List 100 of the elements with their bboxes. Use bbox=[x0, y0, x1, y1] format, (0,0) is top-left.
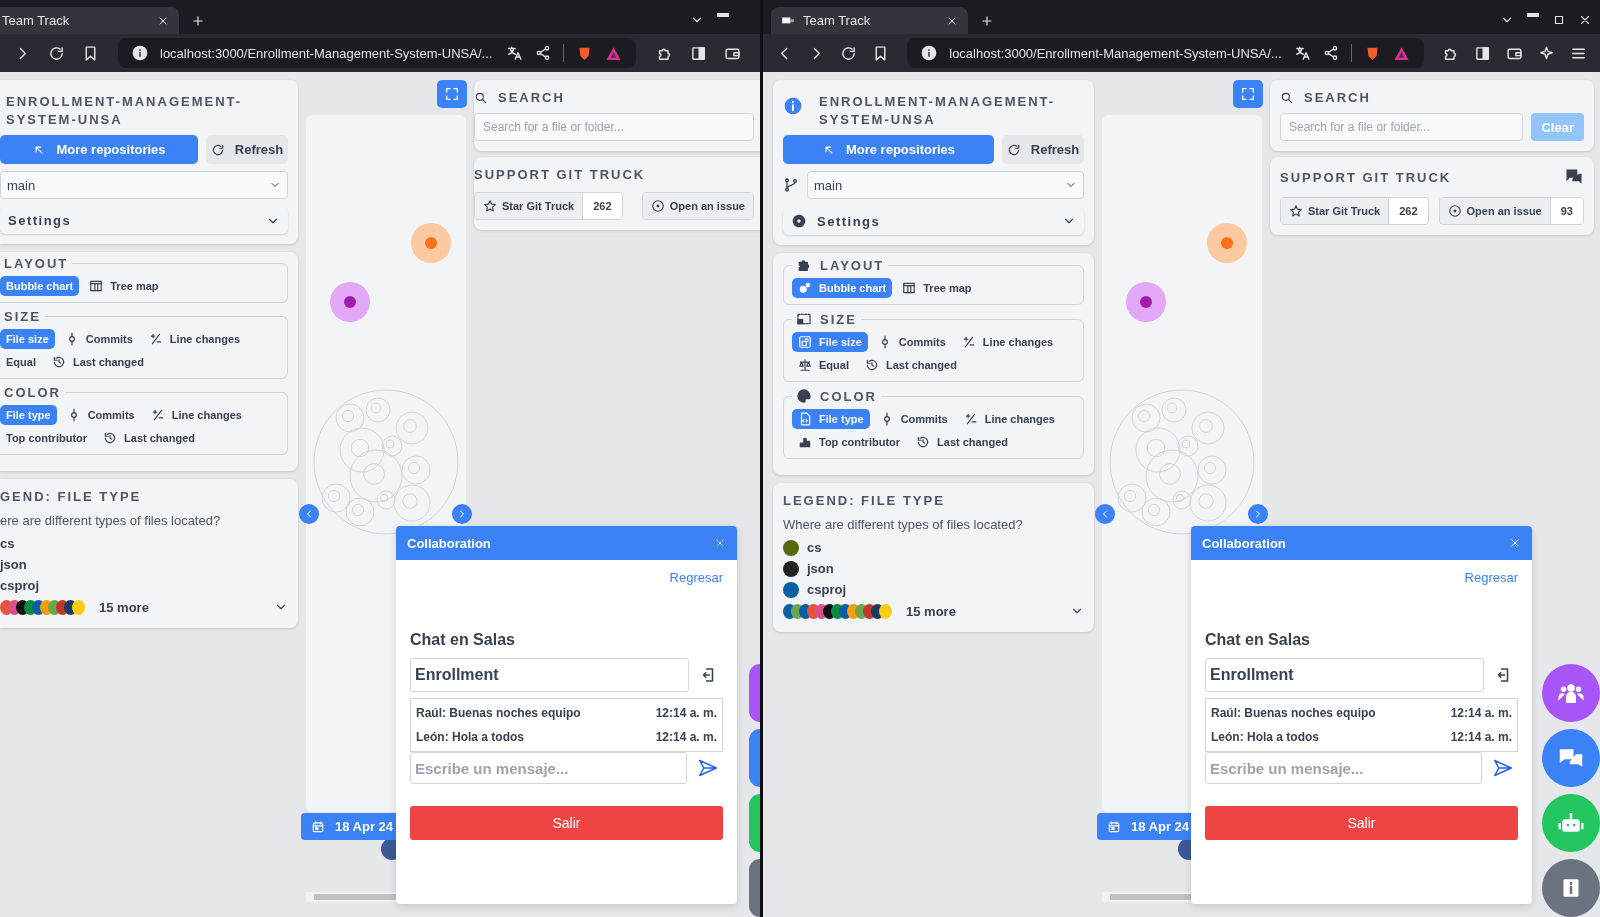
open-issue-button[interactable]: Open an issue bbox=[641, 192, 754, 220]
open-issue-button[interactable]: Open an issue 93 bbox=[1438, 197, 1584, 225]
option-toggle[interactable]: Last changed bbox=[97, 428, 201, 448]
chat-heading: Chat en Salas bbox=[1205, 631, 1311, 649]
option-toggle[interactable]: Top contributor bbox=[0, 428, 94, 448]
star-button[interactable]: Star Git Truck 262 bbox=[1280, 197, 1429, 225]
plus-minus-icon bbox=[148, 332, 163, 346]
browser-tab[interactable]: Team Track bbox=[0, 7, 179, 34]
search-field[interactable]: Search for a file or folder... bbox=[1280, 113, 1524, 141]
info-icon bbox=[132, 45, 148, 61]
file-type-label: csproj bbox=[0, 578, 39, 593]
bubble[interactable] bbox=[1126, 282, 1166, 322]
bubble[interactable] bbox=[1207, 223, 1247, 263]
expand-icon bbox=[444, 86, 460, 102]
bubble[interactable] bbox=[411, 223, 451, 263]
reload-icon bbox=[839, 44, 857, 62]
option-toggle[interactable]: Commits bbox=[58, 329, 139, 349]
option-toggle[interactable]: Bubble chart bbox=[792, 278, 893, 298]
option-toggle[interactable]: File type bbox=[0, 405, 57, 425]
option-toggle[interactable]: Top contributor bbox=[792, 432, 907, 452]
treemap-icon bbox=[902, 281, 917, 295]
bot-button[interactable] bbox=[749, 794, 760, 852]
next-button[interactable] bbox=[1248, 504, 1268, 524]
chat-button[interactable] bbox=[749, 729, 760, 787]
search-field[interactable]: Search for a file or folder... bbox=[474, 113, 754, 141]
bubble[interactable] bbox=[330, 282, 370, 322]
info-icon bbox=[783, 96, 803, 116]
close-icon bbox=[1509, 537, 1521, 549]
leave-button[interactable]: Salir bbox=[1205, 806, 1518, 840]
team-button[interactable] bbox=[749, 664, 760, 722]
bot-button[interactable] bbox=[1542, 794, 1600, 852]
branch-select[interactable]: main bbox=[0, 171, 288, 199]
option-toggle[interactable]: Last changed bbox=[858, 355, 963, 375]
option-toggle[interactable]: Line changes bbox=[144, 405, 248, 425]
history-icon bbox=[864, 358, 879, 372]
refresh-button[interactable]: Refresh bbox=[206, 135, 288, 164]
more-repositories-button[interactable]: More repositories bbox=[0, 135, 198, 164]
option-toggle[interactable]: Tree map bbox=[83, 276, 165, 296]
option-toggle[interactable]: Last changed bbox=[45, 352, 150, 372]
panel-title: SUPPORT GIT TRUCK bbox=[1280, 169, 1452, 185]
file-type-label: cs bbox=[807, 540, 822, 555]
message-field[interactable]: Escribe un mensaje... bbox=[1205, 752, 1482, 784]
panel-title: SUPPORT GIT TRUCK bbox=[474, 167, 646, 182]
search-icon bbox=[1280, 90, 1294, 105]
group-title: COLOR bbox=[4, 385, 61, 400]
option-toggle[interactable]: Equal bbox=[792, 355, 855, 375]
puzzle-icon bbox=[796, 257, 812, 273]
option-toggle[interactable]: File size bbox=[0, 329, 55, 349]
option-toggle[interactable]: Commits bbox=[871, 332, 952, 352]
option-toggle[interactable]: Last changed bbox=[910, 432, 1014, 452]
chat-button[interactable] bbox=[1542, 729, 1600, 787]
treemap-icon bbox=[89, 279, 104, 293]
option-toggle[interactable]: Line changes bbox=[957, 409, 1061, 429]
back-link[interactable]: Regresar bbox=[669, 570, 723, 585]
previous-button[interactable] bbox=[299, 504, 319, 524]
next-button[interactable] bbox=[452, 504, 472, 524]
option-toggle[interactable]: Commits bbox=[873, 409, 954, 429]
info-button[interactable] bbox=[749, 859, 760, 917]
settings-toggle[interactable]: Settings bbox=[783, 207, 1084, 235]
option-toggle[interactable]: File size bbox=[792, 332, 868, 352]
more-repositories-button[interactable]: More repositories bbox=[783, 135, 994, 164]
window-control[interactable] bbox=[1578, 13, 1592, 27]
expand-icon bbox=[1240, 86, 1256, 102]
plus-icon bbox=[980, 14, 994, 28]
refresh-button[interactable]: Refresh bbox=[1002, 135, 1084, 164]
close-button[interactable] bbox=[1509, 537, 1521, 549]
address-bar[interactable]: localhost:3000/Enrollment-Management-System-UNSA/... bbox=[907, 38, 1424, 68]
dashed-square-icon bbox=[796, 311, 812, 327]
option-toggle[interactable]: Line changes bbox=[142, 329, 247, 349]
option-toggle[interactable]: Equal bbox=[0, 352, 42, 372]
group-title: COLOR bbox=[820, 388, 877, 404]
team-button[interactable] bbox=[1542, 664, 1600, 722]
message-field[interactable]: Escribe un mensaje... bbox=[410, 752, 687, 784]
branch-icon bbox=[783, 177, 799, 193]
option-toggle[interactable]: Tree map bbox=[896, 278, 978, 298]
info-button[interactable] bbox=[1542, 859, 1600, 917]
fullscreen-button[interactable] bbox=[1233, 80, 1263, 108]
minimize-icon bbox=[1526, 13, 1540, 17]
previous-button[interactable] bbox=[1095, 504, 1115, 524]
fullscreen-button[interactable] bbox=[437, 80, 467, 108]
room-field[interactable]: Enrollment bbox=[1205, 658, 1484, 692]
browser-tab[interactable]: Team Track bbox=[771, 7, 968, 34]
legend-description: Where are different types of files located? bbox=[783, 517, 1024, 532]
message-text: León: Hola a todos bbox=[1211, 730, 1319, 744]
close-button[interactable] bbox=[714, 537, 726, 549]
bubbles-icon bbox=[798, 281, 812, 295]
star-button[interactable]: Star Git Truck 262 bbox=[474, 192, 623, 220]
bar-chart-icon bbox=[798, 435, 812, 449]
translate-icon bbox=[506, 44, 523, 62]
branch-select[interactable]: main bbox=[807, 171, 1084, 199]
room-field[interactable]: Enrollment bbox=[410, 658, 689, 692]
leave-button[interactable]: Salir bbox=[410, 806, 723, 840]
option-toggle[interactable]: Commits bbox=[60, 405, 141, 425]
address-bar[interactable]: localhost:3000/Enrollment-Management-System-UNSA/... bbox=[118, 38, 636, 68]
option-toggle[interactable]: Line changes bbox=[955, 332, 1060, 352]
option-toggle[interactable]: Bubble chart bbox=[0, 276, 80, 296]
back-link[interactable]: Regresar bbox=[1464, 570, 1518, 585]
window-control[interactable] bbox=[1552, 13, 1566, 27]
settings-toggle[interactable]: Settings bbox=[0, 207, 288, 234]
option-toggle[interactable]: File type bbox=[792, 409, 870, 429]
